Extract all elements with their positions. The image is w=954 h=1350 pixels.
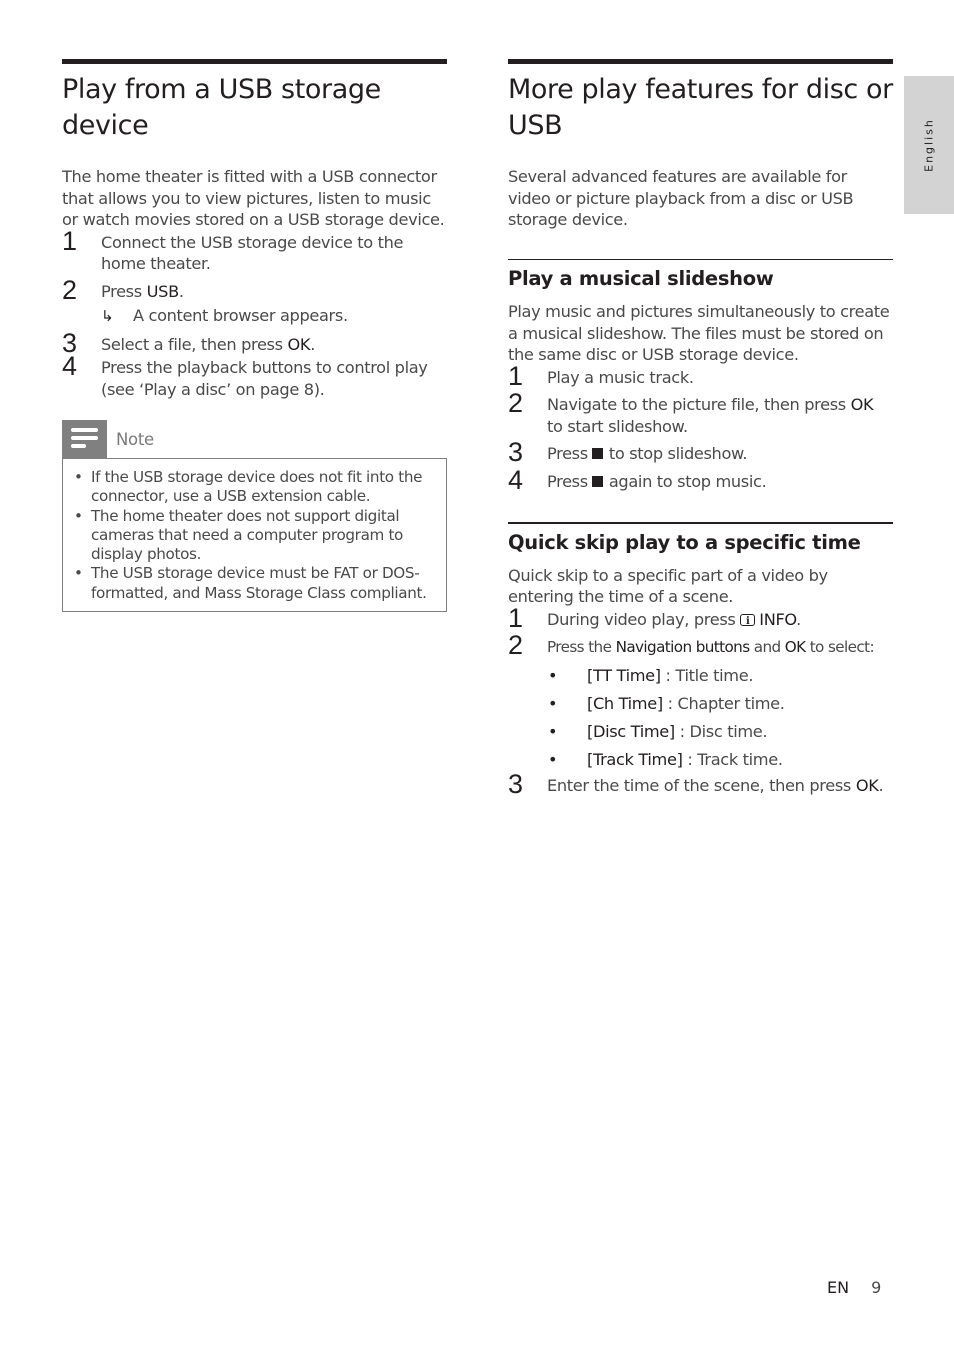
option-desc: : Chapter time. — [662, 693, 785, 713]
slideshow-steps: 1 Play a music track. 2 Navigate to the … — [508, 362, 893, 493]
step-item: 3 Enter the time of the scene, then pres… — [508, 770, 893, 797]
step-item: 2 Navigate to the picture file, then pre… — [508, 390, 893, 437]
result-text: A content browser appears. — [133, 306, 348, 325]
step-number: 2 — [62, 274, 77, 305]
button-name-ok: OK — [287, 334, 311, 354]
note-body: If the USB storage device does not fit i… — [62, 458, 447, 613]
step-text-end: . — [796, 609, 801, 629]
step-item: 1 During video play, press INFO. — [508, 604, 893, 632]
section-title-usb: Play from a USB storage device — [62, 74, 381, 141]
subsection-heading: Quick skip play to a specific time — [508, 530, 861, 554]
step-text: Enter the time of the scene, then press — [547, 775, 856, 795]
quick-skip-steps: 1 During video play, press INFO. 2 Press… — [508, 604, 893, 797]
subsection-rule — [508, 522, 893, 524]
step-number: 1 — [62, 225, 77, 256]
subsection-rule — [508, 258, 893, 260]
right-column: More play features for disc or USB Sever… — [508, 59, 893, 797]
subsection-quick-skip: Quick skip play to a specific time Quick… — [508, 522, 893, 797]
step-item: 4 Press again to stop music. — [508, 466, 893, 493]
button-name-info: INFO — [759, 609, 797, 629]
step-item: 2 Press USB. ↳ A content browser appears… — [62, 276, 447, 328]
step-text: Press — [101, 281, 147, 301]
note-item: If the USB storage device does not fit i… — [73, 468, 436, 507]
subsection-heading: Play a musical slideshow — [508, 267, 774, 290]
left-column: Play from a USB storage device The home … — [62, 59, 447, 613]
time-option: [Track Time] : Track time. — [547, 746, 893, 774]
step-result: ↳ A content browser appears. — [101, 305, 447, 328]
subsection-intro: Play music and pictures simultaneously t… — [508, 302, 890, 364]
button-name-ok: OK — [784, 638, 806, 656]
step-number: 4 — [62, 351, 77, 381]
step-text: Navigate to the picture file, then press — [547, 395, 851, 414]
option-desc: : Track time. — [682, 749, 783, 769]
time-option: [Ch Time] : Chapter time. — [547, 690, 893, 718]
step-number: 1 — [508, 602, 523, 633]
time-options: [TT Time] : Title time. [Ch Time] : Chap… — [547, 662, 893, 774]
step-item: 3 Select a file, then press OK. — [62, 329, 447, 356]
note-lines-icon — [62, 420, 107, 458]
step-item: 3 Press to stop slideshow. — [508, 439, 893, 466]
option-desc: : Disc time. — [674, 721, 768, 741]
step-text: Press — [547, 471, 588, 491]
option-name: [Track Time] — [587, 749, 683, 769]
result-arrow-icon: ↳ — [101, 307, 114, 325]
section-intro-usb: The home theater is fitted with a USB co… — [62, 167, 445, 229]
step-text-end: to start slideshow. — [547, 416, 688, 436]
step-number: 3 — [508, 768, 523, 799]
step-text: Press the — [547, 638, 616, 656]
time-option: [TT Time] : Title time. — [547, 662, 893, 690]
section-intro-more-play: Several advanced features are available … — [508, 167, 854, 229]
subsection-intro: Quick skip to a specific part of a video… — [508, 565, 828, 607]
step-text: Play a music track. — [547, 367, 694, 387]
step-text: During video play, press — [547, 609, 741, 629]
note-item: The USB storage device must be FAT or DO… — [73, 564, 436, 603]
option-name: [TT Time] — [587, 665, 661, 685]
step-number: 2 — [508, 388, 523, 418]
step-text-end: to select: — [805, 638, 875, 656]
option-name: [Ch Time] — [587, 693, 663, 713]
step-number: 4 — [508, 464, 523, 495]
step-text: Connect the USB storage device to the ho… — [101, 232, 404, 274]
section-top-rule — [508, 59, 893, 64]
step-text-mid: and — [749, 638, 785, 656]
step-text-end: . — [178, 281, 184, 301]
step-text-end: . — [310, 334, 315, 354]
page-footer: EN 9 — [827, 1278, 881, 1297]
step-text-end: . — [878, 775, 884, 795]
stop-icon — [591, 475, 603, 487]
step-text-end: again to stop music. — [608, 471, 767, 491]
footer-language: EN — [827, 1278, 850, 1297]
time-option: [Disc Time] : Disc time. — [547, 718, 893, 746]
step-text: Press — [547, 444, 588, 463]
step-number: 3 — [508, 437, 523, 467]
button-name-usb: USB — [146, 281, 180, 301]
step-item: 1 Play a music track. — [508, 362, 893, 389]
subsection-slideshow: Play a musical slideshow Play music and … — [508, 258, 893, 493]
step-text: Select a file, then press — [101, 334, 288, 354]
step-number: 2 — [508, 630, 523, 660]
step-item: 2 Press the Navigation buttons and OK to… — [508, 632, 893, 774]
step-item: 1 Connect the USB storage device to the … — [62, 227, 447, 275]
section-top-rule — [62, 59, 447, 64]
language-tab: English — [904, 76, 954, 214]
note-box: Note If the USB storage device does not … — [62, 420, 447, 613]
step-item: 4 Press the playback buttons to control … — [62, 353, 447, 400]
button-name-ok: OK — [855, 775, 879, 795]
step-text: Press the playback buttons to control pl… — [101, 358, 428, 399]
button-name-ok: OK — [850, 395, 874, 414]
step-text-end: to stop slideshow. — [608, 444, 748, 463]
note-label: Note — [116, 430, 154, 449]
usb-steps: 1 Connect the USB storage device to the … — [62, 227, 447, 401]
stop-icon — [591, 448, 603, 459]
button-name-navigation: Navigation buttons — [615, 638, 751, 656]
section-title-more-play: More play features for disc or USB — [508, 74, 893, 141]
step-number: 1 — [508, 360, 523, 391]
page-number: 9 — [871, 1278, 882, 1297]
note-item: The home theater does not support digita… — [73, 507, 436, 565]
info-icon — [740, 611, 756, 632]
option-desc: : Title time. — [660, 665, 754, 685]
note-header: Note — [62, 420, 447, 458]
language-tab-label: English — [922, 118, 936, 172]
option-name: [Disc Time] — [587, 721, 675, 741]
